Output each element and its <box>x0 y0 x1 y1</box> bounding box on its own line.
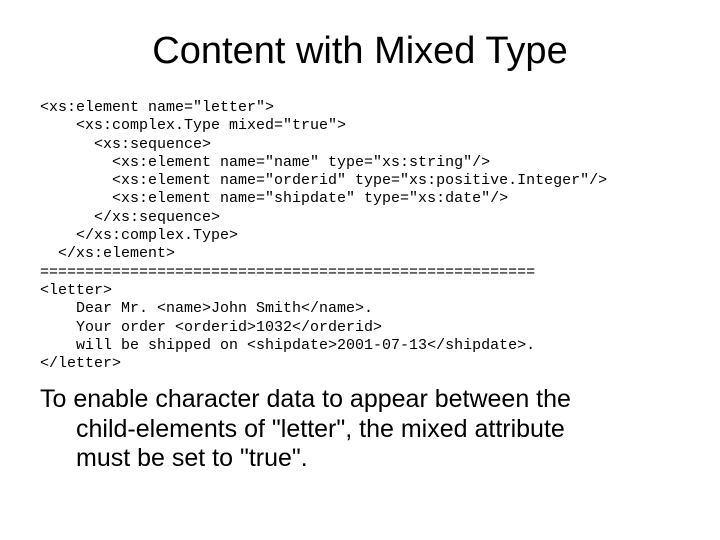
code-line: </xs:element> <box>40 245 175 262</box>
body-line: child-elements of "letter", the mixed at… <box>40 415 680 445</box>
code-line: Your order <orderid>1032</orderid> <box>40 319 382 336</box>
body-line: To enable character data to appear betwe… <box>40 385 571 413</box>
slide-title: Content with Mixed Type <box>40 30 680 73</box>
code-block: <xs:element name="letter"> <xs:complex.T… <box>40 99 680 373</box>
code-line: <xs:complex.Type mixed="true"> <box>40 117 346 134</box>
body-paragraph: To enable character data to appear betwe… <box>40 385 680 474</box>
code-line: will be shipped on <shipdate>2001-07-13<… <box>40 337 535 354</box>
code-line: <xs:sequence> <box>40 136 211 153</box>
code-line: </xs:sequence> <box>40 209 220 226</box>
code-line: <xs:element name="shipdate" type="xs:dat… <box>40 190 508 207</box>
code-line: <xs:element name="letter"> <box>40 99 274 116</box>
code-line: <xs:element name="name" type="xs:string"… <box>40 154 490 171</box>
code-line: Dear Mr. <name>John Smith</name>. <box>40 300 373 317</box>
code-line: <xs:element name="orderid" type="xs:posi… <box>40 172 607 189</box>
code-line: </xs:complex.Type> <box>40 227 238 244</box>
code-line: </letter> <box>40 355 121 372</box>
body-line: must be set to "true". <box>40 444 680 474</box>
code-line: ========================================… <box>40 264 535 281</box>
code-line: <letter> <box>40 282 112 299</box>
slide: Content with Mixed Type <xs:element name… <box>0 0 720 540</box>
